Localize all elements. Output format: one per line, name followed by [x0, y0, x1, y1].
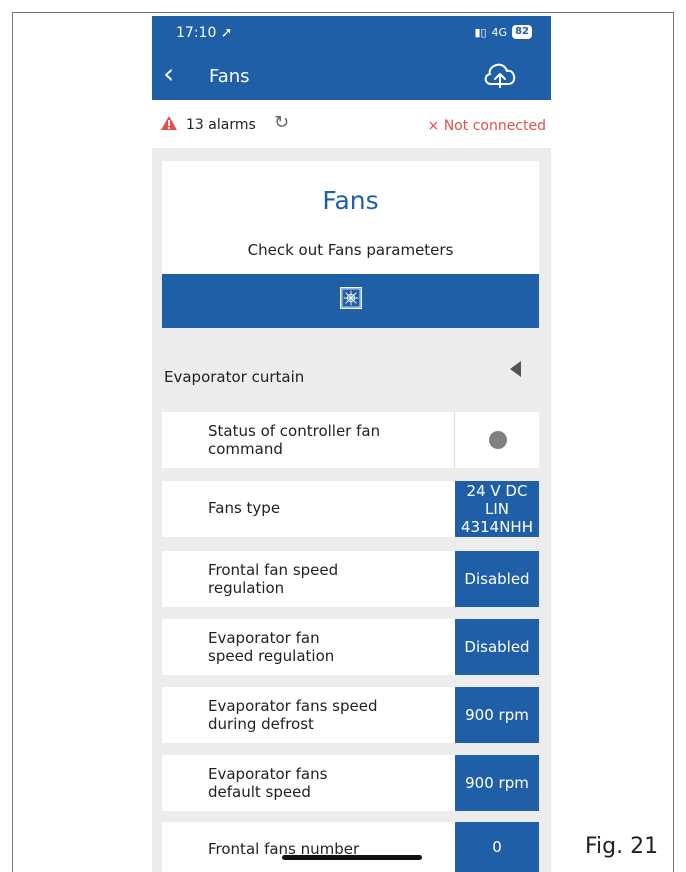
page-title: Fans: [209, 66, 250, 87]
param-label: Evaporator fans default speed: [208, 765, 328, 801]
card-icon-band: [162, 274, 539, 328]
param-evaporator-fans-default-speed: Evaporator fans default speed 900 rpm: [162, 755, 539, 811]
param-fans-type: Fans type 24 V DC LIN 4314NHH: [162, 481, 539, 537]
param-value-button[interactable]: Disabled: [455, 619, 539, 675]
param-value-button[interactable]: 900 rpm: [455, 687, 539, 743]
status-signal: ▮▯ 4G 82: [474, 25, 532, 39]
navigation-bar: ‹ Fans: [152, 52, 551, 100]
param-evaporator-fans-speed-during-defrost: Evaporator fans speed during defrost 900…: [162, 687, 539, 743]
status-bar: 17:10 ➚ ▮▯ 4G 82: [152, 16, 551, 52]
status-dot-icon: [489, 431, 507, 449]
param-label: Fans type: [208, 499, 281, 517]
param-label: Frontal fan speed regulation: [208, 561, 339, 597]
param-value-button[interactable]: 24 V DC LIN 4314NHH: [455, 481, 539, 537]
warning-icon: [161, 116, 177, 130]
param-value-button[interactable]: 0: [455, 822, 539, 872]
chevron-left-icon[interactable]: ‹: [163, 60, 174, 88]
network-type: 4G: [491, 25, 508, 39]
connection-status: × Not connected: [427, 118, 546, 134]
home-indicator[interactable]: [282, 855, 422, 860]
param-label: Status of controller fan command: [208, 422, 381, 458]
fans-header-card: Fans Check out Fans parameters: [162, 161, 539, 328]
param-label: Evaporator fan speed regulation: [208, 629, 335, 665]
section-label: Evaporator curtain: [164, 368, 305, 386]
param-value-button[interactable]: Disabled: [455, 551, 539, 607]
param-evaporator-fan-speed-regulation: Evaporator fan speed regulation Disabled: [162, 619, 539, 675]
section-evaporator-curtain[interactable]: Evaporator curtain: [152, 343, 551, 405]
fan-icon: [340, 287, 362, 309]
alarm-count[interactable]: 13 alarms: [186, 117, 256, 133]
param-label: Evaporator fans speed during defrost: [208, 697, 378, 733]
page-frame-top: [12, 12, 674, 13]
param-frontal-fans-number: Frontal fans number 0: [162, 822, 539, 872]
param-status-indicator: [454, 412, 539, 468]
param-status-controller-fan-command: Status of controller fan command: [162, 412, 539, 468]
card-title: Fans: [322, 186, 379, 215]
signal-icon: ▮▯: [474, 25, 487, 39]
alarm-status-bar: 13 alarms ↻ × Not connected: [152, 100, 551, 148]
cloud-upload-icon[interactable]: [483, 62, 517, 90]
page-frame-left: [12, 12, 13, 872]
page-frame-right: [673, 12, 674, 872]
param-frontal-fan-speed-regulation: Frontal fan speed regulation Disabled: [162, 551, 539, 607]
figure-label: Fig. 21: [585, 834, 659, 859]
battery-level: 82: [512, 25, 532, 39]
triangle-left-icon[interactable]: [510, 361, 521, 377]
refresh-icon[interactable]: ↻: [274, 112, 289, 133]
card-subtitle: Check out Fans parameters: [247, 241, 454, 259]
status-time: 17:10 ➚: [176, 25, 233, 41]
param-value-button[interactable]: 900 rpm: [455, 755, 539, 811]
phone-screen: 17:10 ➚ ▮▯ 4G 82 ‹ Fans 13 alarms ↻ × No…: [152, 16, 551, 872]
